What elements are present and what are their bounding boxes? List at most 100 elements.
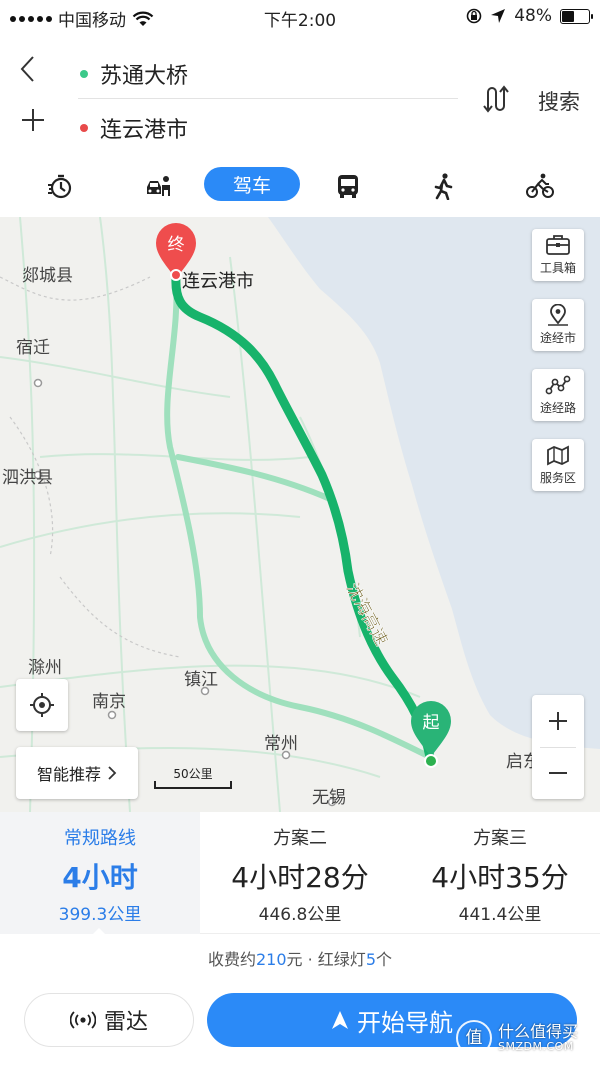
- crosshair-icon: [30, 693, 54, 717]
- map-canvas: 终 起 沈海高速: [0, 217, 600, 812]
- map-view[interactable]: 终 起 沈海高速 郯城县 连云港市 宿迁 泗洪县 滁州 南京 镇江 常州 无锡 …: [0, 217, 600, 812]
- bike-icon: [526, 173, 554, 198]
- route-option-duration: 4小时35分: [431, 861, 569, 894]
- via-city-label: 途经市: [539, 331, 576, 345]
- route-option-duration: 4小时: [62, 861, 138, 894]
- map-label-suqian: 宿迁: [16, 338, 50, 358]
- route-option-1[interactable]: 常规路线 4小时 399.3公里: [0, 812, 200, 935]
- tab-taxi[interactable]: [40, 169, 80, 203]
- origin-dot-icon: [80, 70, 88, 78]
- swap-route-icon[interactable]: [482, 84, 512, 121]
- route-option-distance: 446.8公里: [258, 905, 342, 925]
- taxi-timer-icon: [48, 174, 72, 199]
- start-marker-text: 起: [423, 713, 440, 733]
- radar-icon: [69, 1011, 96, 1029]
- plus-icon: [549, 712, 567, 730]
- search-button[interactable]: 搜索: [538, 86, 580, 116]
- smart-recommend-button[interactable]: 智能推荐: [16, 747, 138, 799]
- divider: [78, 98, 458, 99]
- walk-icon: [434, 173, 453, 200]
- route-option-name: 常规路线: [64, 828, 136, 849]
- route-option-distance: 441.4公里: [458, 905, 542, 925]
- via-road-label: 途经路: [539, 401, 576, 415]
- status-bar: 中国移动 下午2:00 48%: [0, 0, 600, 34]
- back-chevron-icon[interactable]: [18, 54, 36, 92]
- map-label-nanjing: 南京: [92, 692, 126, 712]
- scale-bar: [154, 781, 232, 789]
- watermark-text: 什么值得买: [498, 1022, 579, 1041]
- zoom-in-button[interactable]: [532, 695, 584, 747]
- service-area-button[interactable]: 服务区: [532, 439, 584, 491]
- route-option-2[interactable]: 方案二 4小时28分 446.8公里: [200, 812, 400, 934]
- tab-carpool[interactable]: [138, 169, 178, 203]
- waypoints-icon: [545, 375, 571, 395]
- fee-suffix: 个: [376, 950, 393, 969]
- city-dot-suqian: [33, 378, 43, 388]
- route-option-duration: 4小时28分: [231, 861, 369, 894]
- rotation-lock-icon: [466, 8, 482, 24]
- route-option-name: 方案三: [473, 828, 527, 849]
- route-input-panel: 苏通大桥 连云港市 搜索: [0, 40, 600, 156]
- watermark-logo: 值: [456, 1020, 492, 1056]
- chevron-right-icon: [108, 766, 117, 780]
- radar-button[interactable]: 雷达: [24, 993, 194, 1047]
- map-scale: 50公里: [154, 765, 232, 791]
- origin-text: 苏通大桥: [100, 64, 189, 89]
- fee-summary: 收费约210元 · 红绿灯5个: [0, 946, 600, 970]
- carpool-icon: [147, 176, 170, 196]
- tab-drive[interactable]: 驾车: [204, 167, 300, 201]
- minus-icon: [549, 772, 567, 774]
- map-label-zhenjiang: 镇江: [184, 670, 218, 690]
- toolbox-label: 工具箱: [539, 261, 576, 275]
- fee-prefix: 收费约: [207, 950, 256, 969]
- travel-mode-tabs: 驾车: [0, 165, 600, 207]
- fee-mid: 元 · 红绿灯: [286, 950, 366, 969]
- traffic-light-count: 5: [365, 950, 376, 969]
- battery-percent: 48%: [514, 6, 552, 26]
- battery-icon: [560, 8, 593, 24]
- map-label-chuzhou: 滁州: [28, 658, 62, 678]
- map-flag-icon: [547, 445, 569, 466]
- toolbox-button[interactable]: 工具箱: [532, 229, 584, 281]
- via-city-button[interactable]: 途经市: [532, 299, 584, 351]
- selected-caret-icon: [92, 928, 106, 935]
- add-waypoint-icon[interactable]: [20, 106, 46, 141]
- watermark-domain: SMZDM.COM: [498, 1040, 574, 1053]
- tab-walk[interactable]: [424, 169, 464, 203]
- toolbox-icon: [546, 235, 570, 255]
- city-dot-nanjing: [107, 710, 117, 720]
- tab-bike[interactable]: [520, 169, 560, 203]
- scale-label: 50公里: [173, 767, 213, 781]
- navigation-arrow-icon: [332, 1011, 348, 1029]
- map-label-sihong: 泗洪县: [2, 468, 53, 488]
- zoom-out-button[interactable]: [532, 747, 584, 799]
- divider: [540, 747, 576, 748]
- service-area-label: 服务区: [539, 471, 576, 485]
- destination-dot-icon: [80, 124, 88, 132]
- location-arrow-icon: [491, 9, 506, 23]
- watermark: 值 什么值得买 SMZDM.COM: [456, 1016, 592, 1062]
- end-marker-text: 终: [168, 235, 185, 255]
- via-road-button[interactable]: 途经路: [532, 369, 584, 421]
- route-option-3[interactable]: 方案三 4小时35分 441.4公里: [400, 812, 600, 934]
- locate-me-button[interactable]: [16, 679, 68, 731]
- zoom-control: [532, 695, 584, 799]
- tab-bus[interactable]: [328, 169, 368, 203]
- start-navigation-label: 开始导航: [357, 1008, 453, 1037]
- map-label-wuxi: 无锡: [312, 788, 346, 808]
- bus-icon: [338, 175, 358, 198]
- smart-recommend-label: 智能推荐: [36, 765, 101, 784]
- start-marker: 起: [411, 701, 451, 768]
- origin-field[interactable]: 苏通大桥: [80, 58, 188, 90]
- route-option-distance: 399.3公里: [58, 905, 142, 925]
- destination-text: 连云港市: [100, 118, 189, 143]
- radar-label: 雷达: [103, 1010, 148, 1035]
- map-label-changzhou: 常州: [264, 734, 298, 754]
- pin-icon: [548, 304, 568, 326]
- fee-amount: 210: [256, 950, 287, 969]
- map-label-destination: 连云港市: [182, 271, 254, 292]
- route-options: 常规路线 4小时 399.3公里 方案二 4小时28分 446.8公里 方案三 …: [0, 812, 600, 935]
- route-option-name: 方案二: [273, 828, 327, 849]
- map-label-tancheng: 郯城县: [22, 266, 73, 286]
- destination-field[interactable]: 连云港市: [80, 112, 188, 144]
